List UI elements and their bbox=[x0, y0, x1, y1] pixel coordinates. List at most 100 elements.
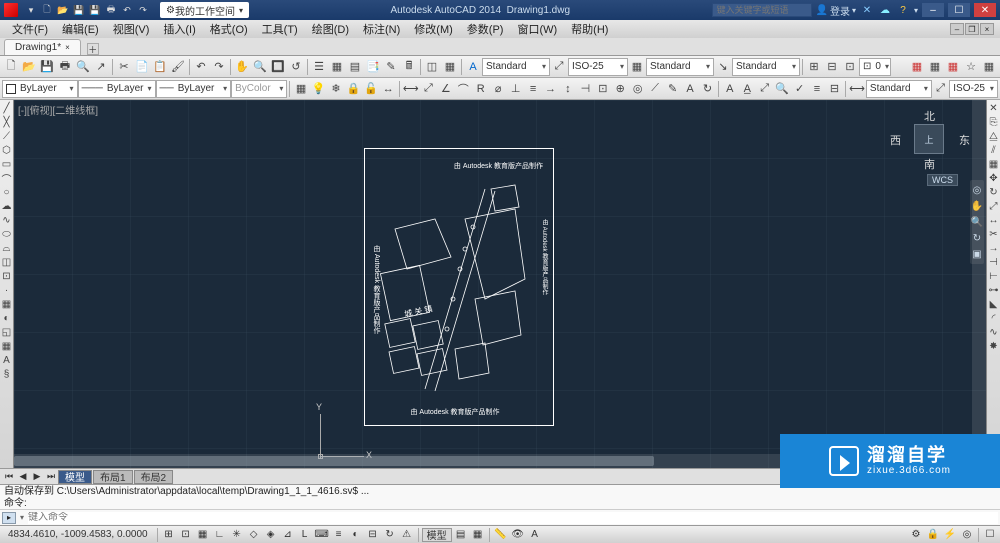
markup-icon[interactable]: ✎ bbox=[382, 58, 400, 76]
layer-unlock-icon[interactable]: 🔓 bbox=[362, 80, 379, 98]
quickview-layouts-icon[interactable]: ▤ bbox=[453, 528, 469, 542]
menu-insert[interactable]: 插入(I) bbox=[157, 21, 201, 37]
arc-icon[interactable]: ⌒ bbox=[1, 172, 13, 184]
tab-model[interactable]: 模型 bbox=[58, 470, 92, 484]
dim-linear-icon[interactable]: ⟷ bbox=[402, 80, 420, 98]
text-find-icon[interactable]: 🔍 bbox=[773, 80, 790, 98]
quickcalc-icon[interactable]: 🖩 bbox=[400, 58, 418, 76]
doc-restore-button[interactable]: ❐ bbox=[965, 23, 979, 35]
vscroll-track[interactable] bbox=[972, 100, 986, 454]
drawing-utilities-4-icon[interactable]: ☆ bbox=[962, 58, 980, 76]
menu-draw[interactable]: 绘图(D) bbox=[306, 21, 355, 37]
dim-radius-icon[interactable]: R bbox=[472, 80, 489, 98]
make-block-icon[interactable]: ⊡ bbox=[1, 270, 13, 282]
coordinates-display[interactable]: 4834.4610, -1009.4583, 0.0000 bbox=[2, 529, 154, 540]
auto-scale-icon[interactable]: A bbox=[527, 528, 543, 542]
isolate-objects-icon[interactable]: ◎ bbox=[959, 528, 975, 542]
doc-close-button[interactable]: × bbox=[980, 23, 994, 35]
hardware-accel-icon[interactable]: ⚡ bbox=[942, 528, 958, 542]
table-style-combo[interactable]: Standard▾ bbox=[646, 58, 714, 76]
redo-icon[interactable]: ↷ bbox=[136, 3, 150, 17]
circle-icon[interactable]: ○ bbox=[1, 186, 13, 198]
erase-icon[interactable]: ✕ bbox=[988, 102, 1000, 114]
tab-first-icon[interactable]: ⏮ bbox=[2, 470, 16, 484]
close-icon[interactable]: × bbox=[65, 43, 70, 52]
blend-icon[interactable]: ∿ bbox=[988, 326, 1000, 338]
tool-palettes-icon[interactable]: ▤ bbox=[346, 58, 364, 76]
tab-last-icon[interactable]: ⏭ bbox=[44, 470, 58, 484]
redo-icon[interactable]: ↷ bbox=[210, 58, 228, 76]
helix-icon[interactable]: § bbox=[1, 368, 13, 380]
tab-next-icon[interactable]: ▶ bbox=[30, 470, 44, 484]
quick-props-icon[interactable]: ⊟ bbox=[365, 528, 381, 542]
block-icon[interactable]: ◫ bbox=[423, 58, 441, 76]
layer-off-icon[interactable]: 💡 bbox=[310, 80, 327, 98]
drawing-utilities-3-icon[interactable]: ▦ bbox=[944, 58, 962, 76]
open-icon[interactable]: 📂 bbox=[56, 3, 70, 17]
dtext-icon[interactable]: A̲ bbox=[739, 80, 756, 98]
insert-block-icon[interactable]: ◫ bbox=[1, 256, 13, 268]
save-icon[interactable]: 💾 bbox=[72, 3, 86, 17]
dim-arc-icon[interactable]: ⌒ bbox=[455, 80, 472, 98]
osnap-icon[interactable]: ◇ bbox=[246, 528, 262, 542]
design-center-icon[interactable]: ▦ bbox=[328, 58, 346, 76]
text-scale-icon[interactable]: ⤢ bbox=[756, 80, 773, 98]
dim-ordinate-icon[interactable]: ⊥ bbox=[507, 80, 524, 98]
command-prompt-icon[interactable]: ▸ bbox=[2, 512, 16, 524]
lock-ui-icon[interactable]: 🔒 bbox=[925, 528, 941, 542]
model-space-button[interactable]: 模型 bbox=[422, 528, 452, 542]
menu-edit[interactable]: 编辑(E) bbox=[56, 21, 105, 37]
sign-in-button[interactable]: 👤 登录 ▾ bbox=[816, 3, 856, 18]
clean-screen-icon[interactable]: ☐ bbox=[982, 528, 998, 542]
group-icon[interactable]: ⊞ bbox=[805, 58, 823, 76]
menu-file[interactable]: 文件(F) bbox=[6, 21, 54, 37]
dim-space-icon[interactable]: ↕ bbox=[559, 80, 576, 98]
move-icon[interactable]: ✥ bbox=[988, 172, 1000, 184]
search-input[interactable] bbox=[712, 3, 812, 17]
dynamic-input-icon[interactable]: ⌨ bbox=[314, 528, 330, 542]
color-combo[interactable]: ByLayer▾ bbox=[2, 80, 78, 98]
transparency-icon[interactable]: ◐ bbox=[348, 528, 364, 542]
drawing-utilities-1-icon[interactable]: ▦ bbox=[908, 58, 926, 76]
save-as-icon[interactable]: 💾 bbox=[88, 3, 102, 17]
menu-help[interactable]: 帮助(H) bbox=[565, 21, 614, 37]
join-icon[interactable]: ⊶ bbox=[988, 284, 1000, 296]
offset-icon[interactable]: ⫽ bbox=[988, 144, 1000, 156]
otrack-icon[interactable]: ⊿ bbox=[280, 528, 296, 542]
drawing-utilities-5-icon[interactable]: ▦ bbox=[980, 58, 998, 76]
sheet-set-icon[interactable]: 📑 bbox=[364, 58, 382, 76]
annotation-visibility-icon[interactable]: 👁 bbox=[510, 528, 526, 542]
file-tab[interactable]: Drawing1* × bbox=[4, 39, 81, 55]
break-icon[interactable]: ⊢ bbox=[988, 270, 1000, 282]
chevron-down-icon[interactable]: ▾ bbox=[20, 513, 24, 522]
south-label[interactable]: 南 bbox=[924, 156, 935, 172]
north-label[interactable]: 北 bbox=[924, 108, 935, 124]
polygon-icon[interactable]: ⬡ bbox=[1, 144, 13, 156]
explode-icon[interactable]: ✸ bbox=[988, 340, 1000, 352]
dim-aligned-icon[interactable]: ⤢ bbox=[420, 80, 437, 98]
dimstyle-icon[interactable]: ⟷ bbox=[848, 80, 866, 98]
stretch-icon[interactable]: ↔ bbox=[988, 214, 1000, 226]
workspace-switch-icon[interactable]: ⚙ bbox=[908, 528, 924, 542]
minimize-button[interactable]: – bbox=[922, 3, 944, 17]
autocad-logo-icon[interactable] bbox=[4, 3, 18, 17]
dim-break-icon[interactable]: ⊣ bbox=[577, 80, 594, 98]
properties-icon[interactable]: ☰ bbox=[310, 58, 328, 76]
table-draw-icon[interactable]: ▦ bbox=[1, 340, 13, 352]
region-icon[interactable]: ◱ bbox=[1, 326, 13, 338]
hscroll-thumb[interactable] bbox=[14, 456, 654, 466]
spell-check-icon[interactable]: ✓ bbox=[791, 80, 808, 98]
undo-icon[interactable]: ↶ bbox=[120, 3, 134, 17]
group-combo[interactable]: ⊡0▾ bbox=[859, 58, 891, 76]
text-style-combo[interactable]: Standard▾ bbox=[482, 58, 550, 76]
lineweight-display-icon[interactable]: ≡ bbox=[331, 528, 347, 542]
mleader-style-combo[interactable]: Standard▾ bbox=[732, 58, 800, 76]
west-label[interactable]: 西 bbox=[890, 132, 901, 148]
stay-connected-icon[interactable]: ☁ bbox=[878, 3, 892, 17]
copy-obj-icon[interactable]: ⎘ bbox=[988, 116, 1000, 128]
dim-style-combo[interactable]: ISO-25▾ bbox=[568, 58, 628, 76]
extend-icon[interactable]: → bbox=[988, 242, 1000, 254]
print-icon[interactable]: 🖶 bbox=[104, 3, 118, 17]
dim-angular-icon[interactable]: ∠ bbox=[437, 80, 454, 98]
dim-jog-icon[interactable]: ⟋ bbox=[646, 80, 663, 98]
